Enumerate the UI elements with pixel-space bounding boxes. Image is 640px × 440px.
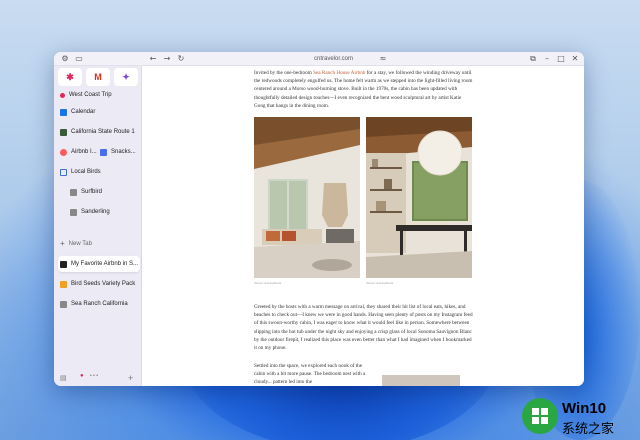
logo-title: Win10	[562, 400, 607, 417]
map-icon	[60, 128, 67, 136]
settings-icon[interactable]: ⚙	[58, 53, 72, 65]
extensions-icon[interactable]: ⧉	[526, 53, 540, 65]
amazon-icon	[60, 280, 67, 288]
folder-icon	[60, 168, 67, 176]
sidebar-item-surfbird[interactable]: Surfbird	[68, 184, 140, 200]
sidebar-item-route1[interactable]: California State Route 1	[58, 124, 140, 140]
reload-icon[interactable]: ↻	[174, 53, 188, 65]
photo-caption-1: Trevor Anonymous	[254, 281, 282, 285]
archive-icon[interactable]: ▤	[60, 374, 67, 382]
new-tab-button[interactable]: + New Tab	[58, 236, 140, 252]
snacks-icon	[100, 148, 107, 156]
sea-ranch-link[interactable]: Sea Ranch House Airbnb	[313, 70, 365, 76]
maximize-icon[interactable]: □	[554, 53, 568, 65]
calendar-icon	[60, 108, 67, 116]
browser-window: ⚙ ▭ ← → ↻ cntravelor.com ≈ ⧉ – □ ✕ ✱ M ✦…	[54, 52, 584, 386]
sidebar-toggle-icon[interactable]: ▭	[72, 53, 86, 65]
logo-subtitle: 系统之家	[562, 421, 615, 436]
pin-icon	[60, 92, 65, 98]
bedroom-photo	[382, 375, 460, 386]
sidebar-item-airbnb[interactable]: Airbnb I...	[58, 144, 98, 160]
tab-sea-ranch[interactable]: Sea Ranch California	[58, 296, 140, 312]
slack-icon[interactable]: ✱	[58, 68, 82, 86]
pinned-section-label[interactable]: West Coast Trip	[58, 90, 140, 100]
add-space-icon[interactable]: +	[128, 373, 133, 383]
airbnb-icon	[60, 148, 67, 156]
wikipedia-icon	[60, 300, 67, 308]
sidebar-item-snacks[interactable]: Snacks...	[98, 144, 140, 160]
windows-icon	[532, 408, 548, 424]
win10-logo: Win10 系统之家	[522, 396, 634, 436]
forward-icon[interactable]: →	[160, 53, 174, 65]
plus-icon: +	[60, 239, 65, 248]
wikipedia-icon	[70, 188, 77, 196]
space-dot-icon[interactable]: • • •	[90, 373, 98, 379]
sidebar-bottom-bar: ▤ ● • • • +	[54, 372, 142, 386]
wikipedia-icon	[70, 208, 77, 216]
article-paragraph-3: Settled into the space, we explored each…	[254, 363, 366, 386]
living-room-photo	[254, 117, 360, 278]
space-pin-icon[interactable]: ●	[80, 373, 84, 379]
site-icon	[60, 260, 67, 268]
title-bar: ⚙ ▭ ← → ↻ cntravelor.com ≈ ⧉ – □ ✕	[54, 52, 584, 66]
sidebar-item-calendar[interactable]: Calendar	[58, 104, 140, 120]
url-field[interactable]: cntravelor.com	[314, 54, 353, 64]
minimize-icon[interactable]: –	[540, 53, 554, 65]
dining-room-photo	[366, 117, 472, 278]
gmail-icon[interactable]: M	[86, 68, 110, 86]
page-content: Invited by the one-bedroom Sea Ranch Hou…	[142, 66, 584, 386]
tab-bird-seeds[interactable]: Bird Seeds Variety Pack	[58, 276, 140, 292]
sidebar: ✱ M ✦ West Coast Trip Calendar Californi…	[54, 66, 142, 386]
filter-icon[interactable]: ≈	[376, 53, 390, 65]
close-icon[interactable]: ✕	[568, 53, 582, 65]
sidebar-folder-local-birds[interactable]: Local Birds	[58, 164, 140, 180]
back-icon[interactable]: ←	[146, 53, 160, 65]
copilot-icon[interactable]: ✦	[114, 68, 138, 86]
photo-caption-2: Trevor Anonymous	[366, 281, 394, 285]
tab-my-favorite-airbnb[interactable]: My Favorite Airbnb in S...	[58, 256, 140, 272]
article-paragraph-2: Greeted by the hosts with a warm message…	[254, 304, 473, 352]
article-paragraph-1: Invited by the one-bedroom Sea Ranch Hou…	[254, 70, 473, 109]
sidebar-item-sanderling[interactable]: Sanderling	[68, 204, 140, 220]
